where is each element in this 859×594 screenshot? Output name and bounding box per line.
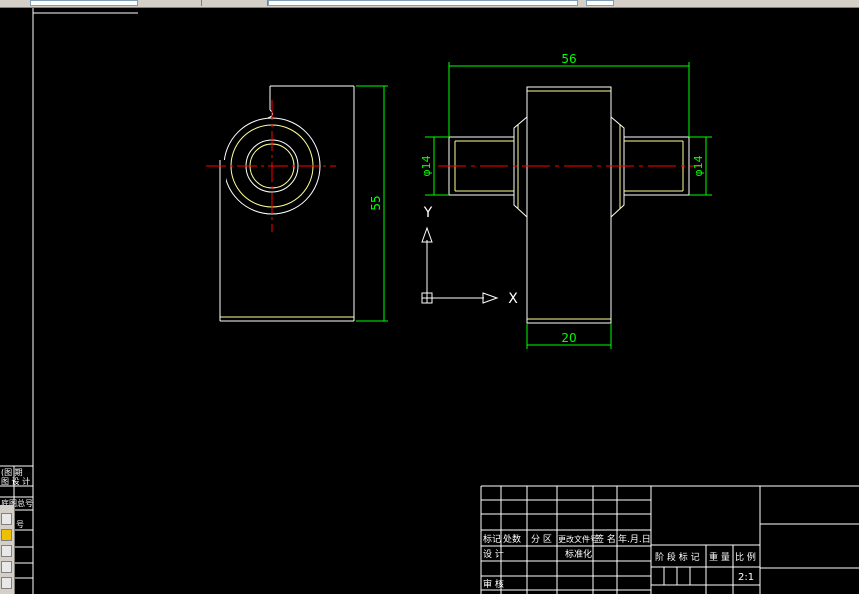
tb-design: 设 计 [483,548,504,560]
tb-scale-value: 2:1 [738,572,754,583]
front-left-boss [513,116,528,218]
tb-stage-mark: 阶 段 标 记 [655,551,700,563]
arc-mask [222,160,226,210]
palette-tool-2[interactable] [1,529,12,541]
ucs-x-label: X [508,291,518,307]
tb-rev-count: 处数 [503,533,521,545]
dim-phi-right-label: φ14 [692,155,705,176]
side-view[interactable] [219,85,355,322]
palette-tool-4[interactable] [1,561,12,573]
ucs-x-arrow [482,292,499,304]
dim-56-label: 56 [561,52,576,66]
palette-tool-5[interactable] [1,577,12,589]
dim-55-label: 55 [369,195,383,210]
ucs-y-label: Y [423,205,433,221]
lm-row2: 图 设 计 [1,476,30,486]
ucs-y-arrow [421,226,433,243]
tb-standardize: 标准化 [565,548,592,560]
lm-row1: (图 期 [1,468,23,477]
tb-rev-mark: 标记 [483,533,501,545]
ucs-icon [421,226,499,304]
dim-phi-left-label: φ14 [420,155,433,176]
tb-scale: 比 例 [735,551,756,563]
palette-tool-3[interactable] [1,545,12,557]
tb-rev-zone: 分 区 [531,534,552,545]
tb-weight: 重 量 [709,551,730,563]
tb-rev-date: 年.月.日 [618,533,651,545]
lm-row4: 号 [16,520,24,529]
front-view[interactable] [448,86,690,324]
tb-review: 审 核 [483,578,504,590]
tool-palette [0,505,15,594]
palette-tool-1[interactable] [1,513,12,525]
side-view-centerlines [206,100,336,232]
tb-rev-sign: 签 名 [595,533,616,545]
dim-20-label: 20 [561,331,576,345]
drawing-canvas[interactable]: 55 56 φ14 φ14 20 Y X 标记 处数 分 区 更改文件号 签 名… [0,0,859,594]
dimension-56[interactable] [448,62,690,137]
front-right-boss [610,116,625,218]
tb-rev-doc: 更改文件号 [558,534,598,544]
front-body [526,86,612,324]
